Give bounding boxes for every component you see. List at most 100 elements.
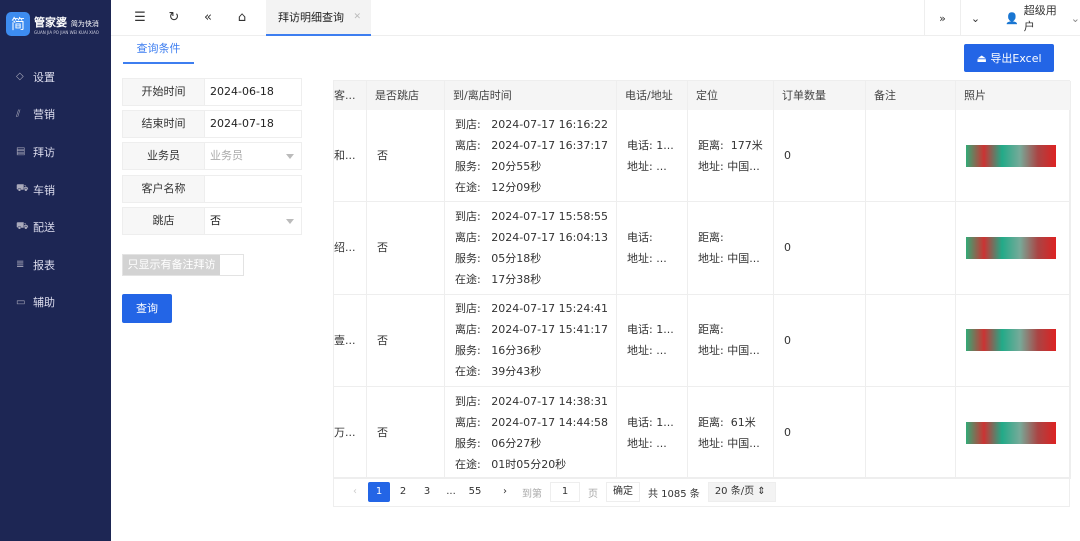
tab-visit-detail[interactable]: 拜访明细查询 ✕ [266,0,371,36]
sidebar-item[interactable]: ◇ 设置 [0,58,111,96]
sidebar-item[interactable]: ⫽ 营销 [0,96,111,134]
leave-time: 离店: 2024-07-17 14:44:58 [455,415,609,429]
address: 地址: ... [627,159,667,173]
page-button[interactable]: 1 [368,482,390,502]
column-header[interactable]: 定位 [688,81,774,110]
query-button[interactable]: 查询 [122,294,172,323]
chevron-down-icon[interactable]: ⌄ [960,0,990,36]
visit-photo[interactable] [966,236,1056,259]
caret-down-icon [286,219,294,228]
column-header[interactable]: 是否跳店 [367,81,445,110]
sidebar-item[interactable]: ⛟ 配送 [0,208,111,246]
double-chevron-right-icon[interactable]: » [924,0,960,36]
order-count: 0 [784,241,791,255]
distance: 距离: [698,323,724,337]
service-duration: 服务: 20分55秒 [455,159,542,173]
total-count: 共 1085 条 [648,488,700,500]
chevron-down-icon: ⌄ [1070,11,1080,25]
page-size-select[interactable]: 20 条/页 ⇕ [707,482,776,502]
customer-name: 壹... [334,333,356,347]
phone: 电话: 1... [627,323,674,337]
staff-field: 业务员 业务员 [122,142,302,170]
table-cell: 距离: 61米 地址: 中国... [688,386,774,480]
phone: 电话: 1... [627,415,674,429]
customer-name: 和... [334,149,356,163]
next-page-icon[interactable]: › [494,482,516,502]
user-menu[interactable]: 👤 超级用户 ⌄ [1005,0,1080,36]
table-cell: 到店: 2024-07-17 16:16:22 离店: 2024-07-17 16… [445,110,617,203]
menu-toggle-icon[interactable]: ☰ [123,10,157,25]
table-cell: 电话: 1... 地址: ... [617,110,688,203]
column-header[interactable]: 客... [334,81,367,110]
table-cell: 0 [774,294,866,387]
visit-photo[interactable] [966,144,1056,167]
monitor-icon: ▭ [16,296,26,308]
leave-time: 离店: 2024-07-17 15:41:17 [455,323,609,337]
page-button[interactable]: 2 [392,482,414,502]
goto-page-input[interactable]: 1 [550,482,580,502]
start-date-label: 开始时间 [123,79,205,105]
page-button[interactable]: 55 [464,482,486,502]
close-icon[interactable]: ✕ [353,12,361,22]
distance: 距离: [698,230,724,244]
arrive-time: 到店: 2024-07-17 15:58:55 [455,209,609,223]
sidebar-item[interactable]: ≣ 报表 [0,246,111,284]
column-header[interactable]: 照片 [956,81,1071,110]
caret-down-icon [286,154,294,163]
sidebar-item[interactable]: ▭ 辅助 [0,284,111,322]
start-date-input[interactable]: 2024-06-18 [205,79,301,105]
user-name: 超级用户 [1023,4,1057,33]
pagination: ‹ 1 2 3... 55 › 到第 1 页 确定 共 1085 条 20 条/页 ⇕ [334,477,1069,506]
arrive-time: 到店: 2024-07-17 15:24:41 [455,302,609,316]
table-cell: 否 [367,202,445,295]
table-cell: 电话: 地址: ... [617,202,688,295]
leave-time: 离店: 2024-07-17 16:37:17 [455,138,609,152]
customer-input[interactable] [205,176,301,202]
table-cell [956,386,1071,480]
visit-icon: ▤ [16,146,26,158]
staff-label: 业务员 [123,143,205,169]
address: 地址: ... [627,344,667,358]
staff-select[interactable]: 业务员 [205,143,301,169]
column-header[interactable]: 电话/地址 [617,81,688,110]
visit-photo[interactable] [966,421,1056,444]
table-cell [866,386,956,480]
page-unit: 页 [588,488,598,500]
service-duration: 服务: 06分27秒 [455,436,542,450]
end-date-field: 结束时间 2024-07-18 [122,110,302,138]
address: 地址: ... [627,251,667,265]
transit-duration: 在途: 17分38秒 [455,272,542,286]
prev-page-icon[interactable]: ‹ [344,482,366,502]
remark-only-toggle[interactable]: 只显示有备注拜访 [122,254,244,276]
customer-field: 客户名称 [122,175,302,203]
page-button[interactable]: 3 [416,482,438,502]
truck-icon: ⛟ [16,183,29,195]
table-cell: 距离: 地址: 中国... [688,202,774,295]
sidebar-item[interactable]: ▤ 拜访 [0,133,111,171]
skip-field: 跳店否 [122,207,302,235]
table-cell: 否 [367,294,445,387]
sidebar-item[interactable]: ⛟ 车销 [0,171,111,209]
skip-select[interactable]: 否 [205,208,301,234]
customer-label: 客户名称 [123,176,205,202]
column-header[interactable]: 备注 [866,81,956,110]
customer-name: 万... [334,426,356,440]
user-icon: 👤 [1005,11,1019,25]
report-icon: ≣ [16,259,25,271]
tab-query-conditions[interactable]: 查询条件 [123,40,194,64]
export-excel-button[interactable]: ⏏ 导出Excel [964,44,1054,72]
column-header[interactable]: 到/离店时间 [445,81,617,110]
location-address: 地址: 中国... [698,436,760,450]
table-cell: 否 [367,110,445,203]
goto-confirm-button[interactable]: 确定 [606,482,640,502]
refresh-icon[interactable]: ↻ [157,10,191,25]
double-chevron-left-icon[interactable]: « [191,10,225,25]
column-header[interactable]: 订单数量 [774,81,866,110]
visit-photo[interactable] [966,329,1056,352]
distance: 距离: 177米 [698,138,763,152]
end-date-input[interactable]: 2024-07-18 [205,111,301,137]
table-cell: 万... [334,386,367,480]
home-icon[interactable]: ⌂ [225,10,259,25]
sidebar-item-label: 报表 [33,258,55,272]
transit-duration: 在途: 01时05分20秒 [455,457,567,471]
